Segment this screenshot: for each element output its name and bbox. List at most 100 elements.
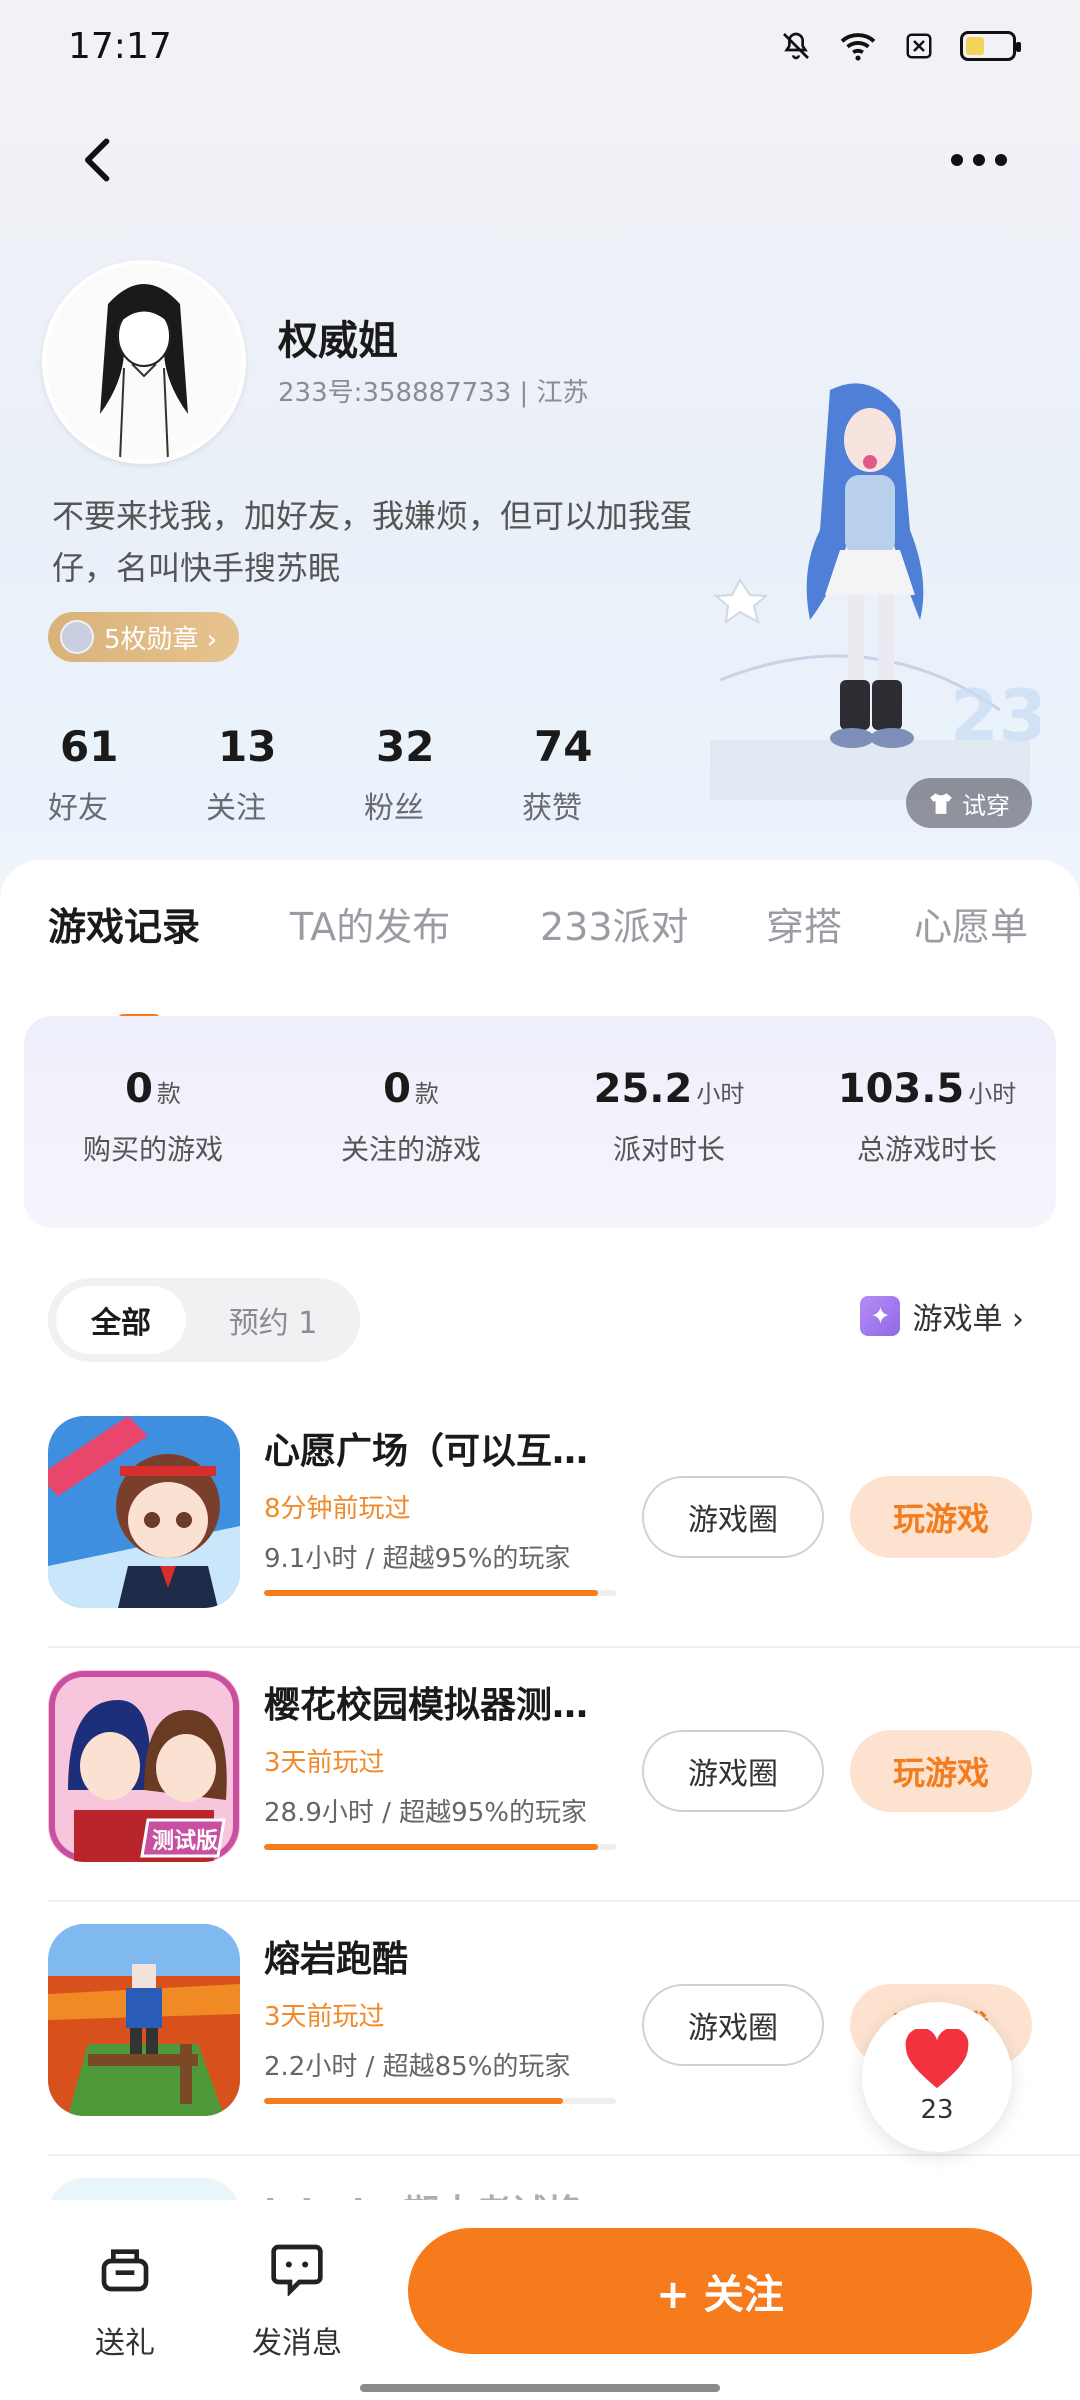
stat-value: 61 bbox=[60, 722, 119, 771]
summary-total-time: 103.5 小时 总游戏时长 bbox=[798, 1066, 1056, 1168]
filter-segment: 全部 预约 1 bbox=[48, 1278, 360, 1362]
avatar[interactable] bbox=[42, 260, 246, 464]
row-divider bbox=[48, 2154, 1080, 2156]
status-icons bbox=[780, 30, 1021, 62]
game-circle-button[interactable]: 游戏圈 bbox=[642, 1730, 824, 1812]
profile-page: 17:17 权威姐 233号:358887733 | 江苏 不要来找我，加好友，… bbox=[0, 0, 1080, 2400]
game-circle-button[interactable]: 游戏圈 bbox=[642, 1984, 824, 2066]
chat-bubble-icon bbox=[271, 2244, 323, 2297]
summary-label: 派对时长 bbox=[612, 1133, 725, 1166]
game-row[interactable]: 测试版 樱花校园模拟器测… 3天前玩过 28.9小时 / 超越95%的玩家 游戏… bbox=[0, 1670, 1080, 1924]
game-icon-sakura-school[interactable]: 测试版 bbox=[48, 1670, 240, 1862]
mute-bell-icon bbox=[783, 32, 809, 60]
user-id-location: 233号:358887733 | 江苏 bbox=[278, 378, 589, 408]
summary-value: 0 bbox=[383, 1066, 411, 1112]
summary-value: 25.2 bbox=[593, 1066, 693, 1112]
content-panel: 游戏记录 TA的发布 233派对 穿搭 心愿单 0款 购买的游戏 0款 关注的游… bbox=[0, 860, 1080, 2400]
try-on-label: 试穿 bbox=[962, 791, 1010, 820]
summary-party-time: 25.2 小时 派对时长 bbox=[540, 1066, 798, 1168]
svg-text:233: 233 bbox=[950, 675, 1040, 757]
status-bar: 17:17 bbox=[0, 0, 1080, 96]
summary-followed: 0款 关注的游戏 bbox=[282, 1066, 540, 1168]
gift-label: 送礼 bbox=[95, 2326, 155, 2361]
tab-bar: 游戏记录 TA的发布 233派对 穿搭 心愿单 bbox=[0, 896, 1080, 1024]
game-progress bbox=[264, 1844, 616, 1850]
bio: 不要来找我，加好友，我嫌烦，但可以加我蛋仔，名叫快手搜苏眠 bbox=[52, 497, 693, 587]
bottom-action-bar: 送礼 发消息 + 关注 bbox=[0, 2200, 1080, 2400]
game-row[interactable]: 心愿广场（可以互… 8分钟前玩过 9.1小时 / 超越95%的玩家 游戏圈 玩游… bbox=[0, 1416, 1080, 1670]
nickname: 权威姐 bbox=[278, 318, 398, 364]
game-progress-fill bbox=[264, 1590, 599, 1596]
play-game-button[interactable]: 玩游戏 bbox=[850, 1730, 1032, 1812]
stat-label: 好友 bbox=[48, 791, 108, 826]
game-progress bbox=[264, 2098, 616, 2104]
summary-label: 购买的游戏 bbox=[82, 1133, 223, 1166]
stat-value: 74 bbox=[534, 722, 593, 771]
game-title: 心愿广场（可以互… bbox=[264, 1431, 589, 1472]
stat-friends[interactable]: 61 好友 bbox=[48, 722, 206, 827]
stat-value: 13 bbox=[218, 722, 277, 771]
game-progress-fill bbox=[264, 2098, 564, 2104]
tab-party[interactable]: 233派对 bbox=[540, 896, 689, 951]
summary-value: 0 bbox=[125, 1066, 153, 1112]
summary-unit: 小时 bbox=[696, 1080, 745, 1108]
game-summary-card: 0款 购买的游戏 0款 关注的游戏 25.2 小时 派对时长 103.5 小时 总游… bbox=[24, 1016, 1056, 1228]
try-on-button[interactable]: 试穿 bbox=[906, 778, 1032, 828]
game-circle-button[interactable]: 游戏圈 bbox=[642, 1476, 824, 1558]
summary-value: 103.5 bbox=[837, 1066, 965, 1112]
summary-unit: 小时 bbox=[968, 1080, 1017, 1108]
summary-label: 关注的游戏 bbox=[340, 1133, 481, 1166]
message-button[interactable]: 发消息 bbox=[242, 2240, 352, 2362]
game-playtime: 2.2小时 / 超越85%的玩家 bbox=[264, 2052, 571, 2082]
more-button[interactable] bbox=[944, 138, 1014, 182]
game-progress-fill bbox=[264, 1844, 599, 1850]
avatar-3d-figure[interactable]: 233 bbox=[700, 380, 1040, 820]
home-indicator[interactable] bbox=[360, 2384, 720, 2392]
game-playtime: 9.1小时 / 超越95%的玩家 bbox=[264, 1544, 571, 1574]
follow-button[interactable]: + 关注 bbox=[408, 2228, 1032, 2354]
game-title: 熔岩跑酷 bbox=[264, 1939, 409, 1980]
game-list-link[interactable]: ✦ 游戏单 › bbox=[860, 1294, 1024, 1338]
shirt-icon bbox=[930, 793, 952, 814]
game-last-played: 8分钟前玩过 bbox=[264, 1494, 411, 1524]
game-last-played: 3天前玩过 bbox=[264, 1748, 385, 1778]
summary-purchased: 0款 购买的游戏 bbox=[24, 1066, 282, 1168]
battery-icon bbox=[960, 31, 1021, 61]
medal-badge[interactable]: 5枚勋章 › bbox=[48, 612, 240, 662]
stat-label: 获赞 bbox=[522, 791, 582, 826]
more-dots-icon bbox=[951, 154, 1007, 166]
stat-label: 关注 bbox=[206, 791, 266, 826]
chevron-left-icon bbox=[84, 138, 110, 182]
tab-outfits[interactable]: 穿搭 bbox=[766, 896, 842, 951]
game-last-played: 3天前玩过 bbox=[264, 2002, 385, 2032]
profile-stats: 61 好友 13 关注 32 粉丝 74 获赞 bbox=[48, 722, 680, 827]
battery-level bbox=[966, 37, 984, 55]
row-divider bbox=[48, 1646, 1080, 1648]
svg-text:测试版: 测试版 bbox=[152, 1829, 218, 1854]
tab-game-records[interactable]: 游戏记录 bbox=[48, 896, 200, 951]
medal-icon bbox=[60, 620, 94, 654]
play-game-button[interactable]: 玩游戏 bbox=[850, 1476, 1032, 1558]
filter-all[interactable]: 全部 bbox=[56, 1286, 186, 1354]
game-icon-wish-plaza[interactable] bbox=[48, 1416, 240, 1608]
sparkle-icon: ✦ bbox=[860, 1296, 901, 1336]
status-time: 17:17 bbox=[68, 26, 172, 67]
favorite-button[interactable]: 23 bbox=[862, 2002, 1012, 2152]
stat-label: 粉丝 bbox=[364, 791, 424, 826]
medal-label: 5枚勋章 › bbox=[104, 624, 218, 655]
message-label: 发消息 bbox=[252, 2326, 342, 2361]
tab-wishlist[interactable]: 心愿单 bbox=[914, 896, 1028, 951]
tab-posts[interactable]: TA的发布 bbox=[290, 896, 450, 951]
game-list-label: 游戏单 › bbox=[912, 1302, 1024, 1337]
filter-reserve[interactable]: 预约 1 bbox=[198, 1286, 348, 1354]
game-progress bbox=[264, 1590, 616, 1596]
summary-label: 总游戏时长 bbox=[856, 1133, 997, 1166]
gift-button[interactable]: 送礼 bbox=[70, 2240, 180, 2362]
sim-blocked-icon bbox=[906, 33, 932, 59]
back-button[interactable] bbox=[70, 132, 126, 188]
stat-followers[interactable]: 32 粉丝 bbox=[364, 722, 522, 827]
game-icon-lava-parkour[interactable] bbox=[48, 1924, 240, 2116]
stat-following[interactable]: 13 关注 bbox=[206, 722, 364, 827]
stat-likes[interactable]: 74 获赞 bbox=[522, 722, 680, 827]
game-playtime: 28.9小时 / 超越95%的玩家 bbox=[264, 1798, 587, 1828]
